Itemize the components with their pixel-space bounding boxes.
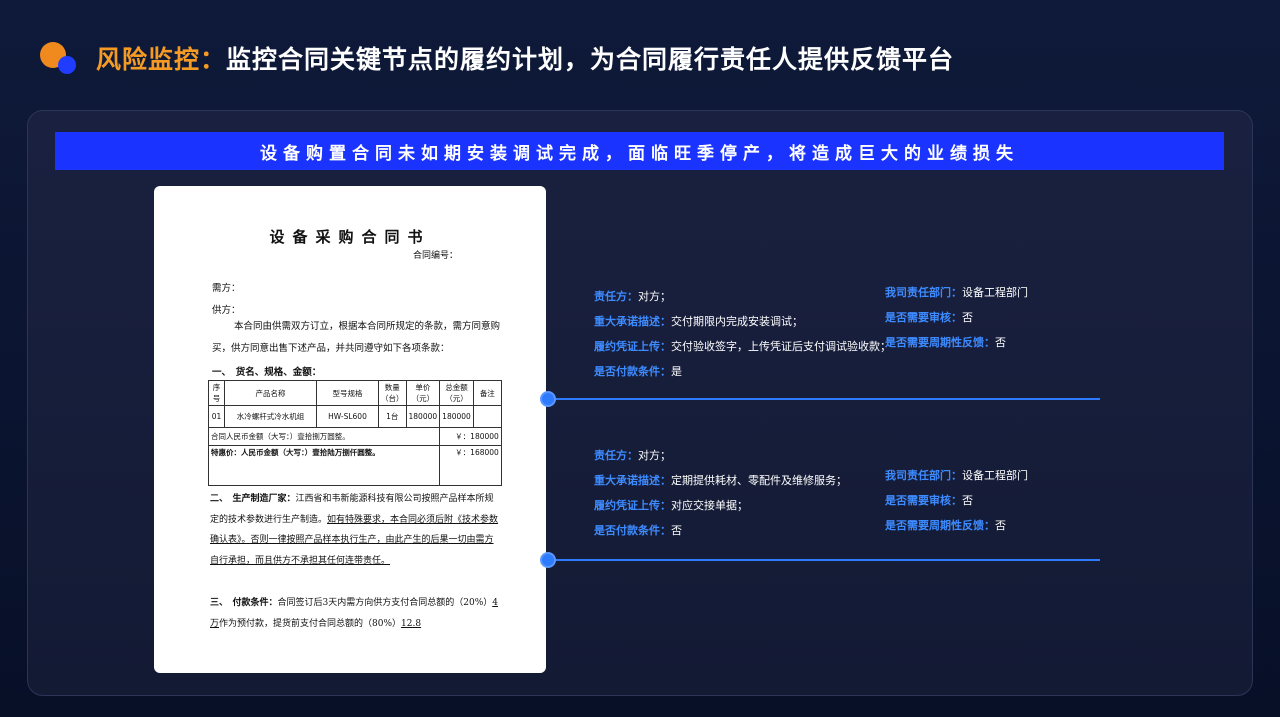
title-accent: 风险监控： — [96, 45, 227, 74]
label: 是否需要周期性反馈： — [885, 336, 995, 349]
doc-section2-head: 二、 生产制造厂家： — [210, 494, 296, 504]
node2-row-responsible: 责任方：对方； — [594, 443, 847, 468]
td-no: 01 — [208, 405, 225, 428]
bullet-dots-icon — [40, 38, 80, 78]
page-header: 风险监控：监控合同关键节点的履约计划，为合同履行责任人提供反馈平台 — [40, 38, 954, 78]
node2-row-commitment: 重大承诺描述：定期提供耗材、零配件及维修服务； — [594, 468, 847, 493]
doc-intro: 本合同由供需双方订立，根据本合同所规定的条款，需方同意购买，供方同意出售下述产品… — [212, 321, 501, 354]
node2-row-review: 是否需要审核：否 — [885, 488, 1028, 513]
value: 交付期限内完成安装调试； — [671, 315, 803, 328]
th-total: 总金额（元） — [439, 380, 474, 406]
td-special-label: 特惠价：人民币金额（大写：）壹拾陆万捌仟圆整。 — [207, 445, 441, 486]
label: 履约凭证上传： — [594, 499, 671, 512]
node2-timeline — [548, 559, 1100, 561]
td-note — [472, 405, 502, 428]
doc-section3-text: 合同签订后3天内需方向供方支付合同总额的（20%） — [277, 598, 493, 608]
doc-section1: 一、 货名、规格、金额： — [212, 367, 322, 378]
label: 是否付款条件： — [594, 365, 671, 378]
node1-row-responsible: 责任方：对方； — [594, 284, 891, 309]
node2-row-dept: 我司责任部门：设备工程部门 — [885, 463, 1028, 488]
th-note: 备注 — [472, 380, 502, 406]
node2-right-info: 我司责任部门：设备工程部门 是否需要审核：否 是否需要周期性反馈：否 — [885, 463, 1028, 538]
label: 履约凭证上传： — [594, 340, 671, 353]
label: 责任方： — [594, 290, 638, 303]
value: 否 — [962, 311, 973, 324]
node2-row-payment: 是否付款条件：否 — [594, 518, 847, 543]
td-total: 180000 — [439, 405, 474, 428]
node1-left-info: 责任方：对方； 重大承诺描述：交付期限内完成安装调试； 履约凭证上传：交付验收签… — [594, 284, 891, 384]
td-total-value: ￥：180000 — [439, 427, 502, 446]
doc-section3-amount2: 12.8 — [401, 618, 422, 629]
contract-document: 设备采购合同书 合同编号： 需方： 供方： 本合同由供需双方订立，根据本合同所规… — [154, 186, 546, 673]
value: 定期提供耗材、零配件及维修服务； — [671, 474, 847, 487]
th-price: 单价（元） — [405, 380, 441, 406]
node1-row-review: 是否需要审核：否 — [885, 305, 1028, 330]
label: 是否需要审核： — [885, 494, 962, 507]
doc-buyer: 需方： — [212, 283, 241, 294]
value: 是 — [671, 365, 682, 378]
td-total-label: 合同人民币金额（大写：）壹拾捌万圆整。 — [207, 427, 441, 446]
value: 交付验收签字，上传凭证后支付调试验收款； — [671, 340, 891, 353]
doc-section3: 三、 付款条件：合同签订后3天内需方向供方支付合同总额的（20%）4万作为预付款… — [210, 593, 500, 634]
value: 设备工程部门 — [962, 469, 1028, 482]
doc-supplier: 供方： — [212, 305, 241, 316]
risk-banner: 设备购置合同未如期安装调试完成，面临旺季停产，将造成巨大的业绩损失 — [55, 132, 1224, 170]
node2-marker[interactable] — [540, 552, 556, 568]
node2-row-evidence: 履约凭证上传：对应交接单据； — [594, 493, 847, 518]
td-qty: 1台 — [378, 405, 407, 428]
label: 是否需要审核： — [885, 311, 962, 324]
value: 对方； — [638, 449, 671, 462]
label: 责任方： — [594, 449, 638, 462]
value: 否 — [671, 524, 682, 537]
node1-timeline — [548, 398, 1100, 400]
blue-dot-icon — [58, 56, 76, 74]
doc-product-table: 序号 产品名称 型号规格 数量（台） 单价（元） 总金额（元） 备注 01 水冷… — [207, 380, 502, 486]
doc-section2: 二、 生产制造厂家：江西省和韦新能源科技有限公司按照产品样本所规定的技术参数进行… — [210, 489, 500, 571]
title-text: 监控合同关键节点的履约计划，为合同履行责任人提供反馈平台 — [226, 45, 955, 74]
value: 否 — [995, 336, 1006, 349]
node1-row-commitment: 重大承诺描述：交付期限内完成安装调试； — [594, 309, 891, 334]
doc-section3-head: 三、 付款条件： — [210, 598, 278, 608]
label: 重大承诺描述： — [594, 474, 671, 487]
th-name: 产品名称 — [224, 380, 317, 406]
td-name: 水冷螺杆式冷水机组 — [224, 405, 317, 428]
value: 对应交接单据； — [671, 499, 748, 512]
node1-row-dept: 我司责任部门：设备工程部门 — [885, 280, 1028, 305]
label: 重大承诺描述： — [594, 315, 671, 328]
value: 对方； — [638, 290, 671, 303]
node1-row-payment: 是否付款条件：是 — [594, 359, 891, 384]
page-title: 风险监控：监控合同关键节点的履约计划，为合同履行责任人提供反馈平台 — [96, 40, 954, 76]
node1-marker[interactable] — [540, 391, 556, 407]
doc-section3-rest: 作为预付款，提货前支付合同总额的（80%） — [219, 618, 402, 629]
label: 我司责任部门： — [885, 469, 962, 482]
label: 是否付款条件： — [594, 524, 671, 537]
label: 我司责任部门： — [885, 286, 962, 299]
node2-row-feedback: 是否需要周期性反馈：否 — [885, 513, 1028, 538]
doc-contract-no: 合同编号： — [412, 251, 458, 261]
th-no: 序号 — [208, 380, 225, 406]
node1-row-evidence: 履约凭证上传：交付验收签字，上传凭证后支付调试验收款； — [594, 334, 891, 359]
node1-right-info: 我司责任部门：设备工程部门 是否需要审核：否 是否需要周期性反馈：否 — [885, 280, 1028, 355]
value: 否 — [995, 519, 1006, 532]
td-model: HW-SL600 — [316, 405, 379, 428]
td-special-value: ￥：168000 — [439, 445, 502, 486]
value: 否 — [962, 494, 973, 507]
value: 设备工程部门 — [962, 286, 1028, 299]
node2-left-info: 责任方：对方； 重大承诺描述：定期提供耗材、零配件及维修服务； 履约凭证上传：对… — [594, 443, 847, 543]
label: 是否需要周期性反馈： — [885, 519, 995, 532]
th-qty: 数量（台） — [378, 380, 407, 406]
doc-title: 设备采购合同书 — [269, 228, 431, 246]
node1-row-feedback: 是否需要周期性反馈：否 — [885, 330, 1028, 355]
td-price: 180000 — [405, 405, 441, 428]
th-model: 型号规格 — [316, 380, 379, 406]
